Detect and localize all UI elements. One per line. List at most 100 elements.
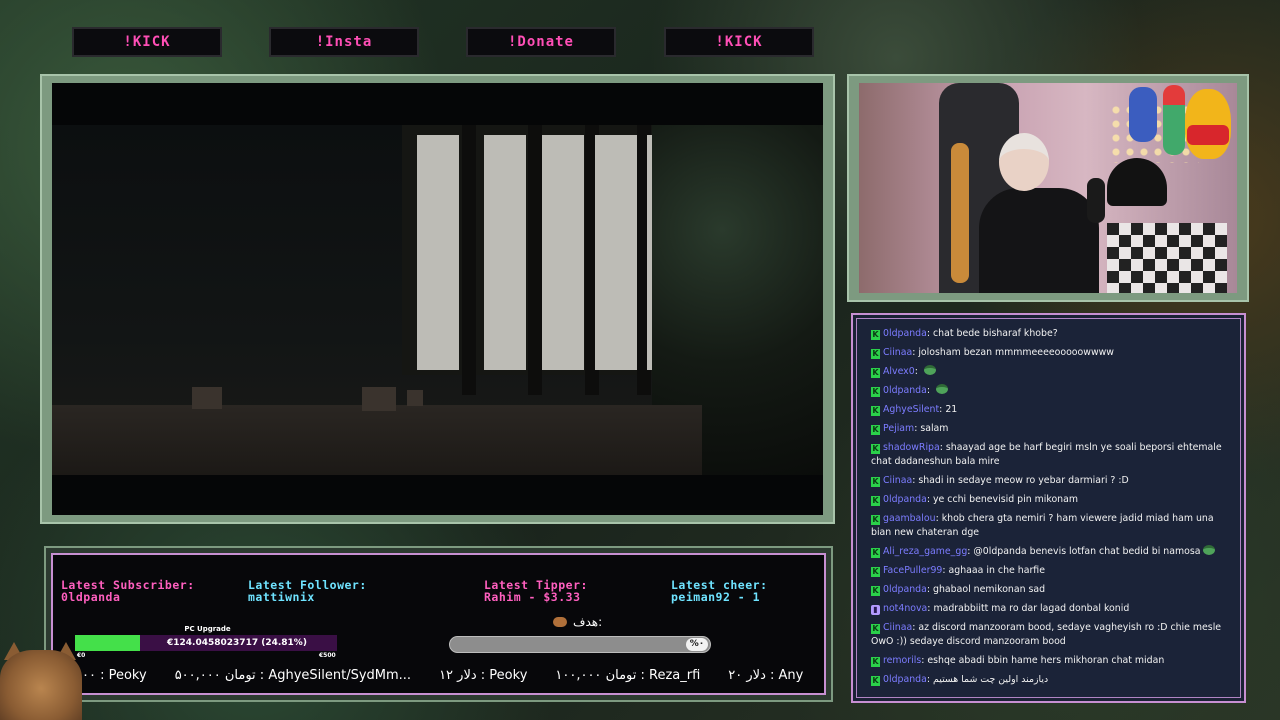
- coin-icon: [553, 617, 567, 627]
- goal-progress-fill: [75, 635, 140, 651]
- target-heading: هدف:: [553, 615, 602, 629]
- video-player[interactable]: [52, 83, 823, 515]
- chat-text: ghabaol nemikonan sad: [933, 584, 1046, 595]
- veranda-floor: [52, 405, 702, 475]
- command-button-kick[interactable]: !KICK: [72, 27, 222, 57]
- latest-cheer: Latest cheer: peiman92 - 1: [671, 579, 768, 603]
- chat-message: K Ali_reza_game_gg: @0ldpanda benevis lot…: [871, 545, 1228, 559]
- chat-text: دیازمند اولین چت شما هستیم: [933, 674, 1049, 685]
- command-button-kick-2[interactable]: !KICK: [664, 27, 814, 57]
- chat-username[interactable]: 0ldpanda: [883, 674, 927, 685]
- chat-message: K 0ldpanda:: [871, 384, 1228, 398]
- goal-max: €500: [319, 652, 336, 659]
- cat-mascot-icon: [0, 650, 82, 720]
- chat-text: az discord manzooram bood, sedaye vaghey…: [871, 622, 1222, 647]
- kick-badge-icon: K: [871, 425, 880, 435]
- ticker-item: ۵۰۰,۰۰۰ تومان : AghyeSilent/SydMm...: [174, 668, 412, 683]
- latest-subscriber-value: 0ldpanda: [61, 590, 121, 604]
- chat-username[interactable]: gaambalou: [883, 513, 936, 524]
- chat-text: salam: [920, 423, 949, 434]
- goal-min: €0: [77, 652, 86, 659]
- ticker-item: ۲۰ دلار : Any: [728, 668, 804, 683]
- alerts-panel: Latest Subscriber: 0ldpanda Latest Follo…: [51, 553, 826, 695]
- ticker-item: ۰۰۰ : Peoky: [75, 668, 147, 683]
- chat-username[interactable]: 0ldpanda: [883, 328, 927, 339]
- kick-badge-icon: K: [871, 368, 880, 378]
- chat-username[interactable]: 0ldpanda: [883, 494, 927, 505]
- target-percent: %۰: [686, 638, 708, 651]
- chat-text: @0ldpanda benevis lotfan chat bedid bi n…: [973, 546, 1201, 557]
- ticker-item: ۱۰۰,۰۰۰ تومان : Reza_rfi: [555, 668, 701, 683]
- chat-message: K FacePuller99: aghaaa in che harfie: [871, 564, 1228, 578]
- kick-badge-icon: K: [871, 657, 880, 667]
- target-label: هدف:: [573, 615, 603, 629]
- chat-panel: K 0ldpanda: chat bede bisharaf khobe? K Cii…: [851, 313, 1246, 703]
- chat-message: K Ciinaa: jolosham bezan mmmmeeeeooooowww…: [871, 346, 1228, 360]
- chat-username[interactable]: shadowRipa: [883, 442, 940, 453]
- microphone-icon: [1087, 178, 1105, 223]
- chat-text: jolosham bezan mmmmeeeeooooowwww: [918, 347, 1114, 358]
- chat-message: K 0ldpanda: chat bede bisharaf khobe?: [871, 327, 1228, 341]
- chat-username[interactable]: Alvex0: [883, 366, 915, 377]
- chat-username[interactable]: 0ldpanda: [883, 385, 927, 396]
- kick-badge-icon: K: [871, 586, 880, 596]
- chat-message: KshadowRipa: shaayad age be harf begiri …: [871, 441, 1228, 469]
- chat-username[interactable]: Ali_reza_game_gg: [883, 546, 967, 557]
- chat-username[interactable]: AghyeSilent: [883, 404, 939, 415]
- chat-message: K Ciinaa: az discord manzooram bood, seda…: [871, 621, 1228, 649]
- kick-badge-icon: K: [871, 406, 880, 416]
- chat-username[interactable]: not4nova: [883, 603, 927, 614]
- latest-subscriber: Latest Subscriber: 0ldpanda: [61, 579, 195, 603]
- kick-badge-icon: K: [871, 330, 880, 340]
- kick-badge-icon: K: [871, 676, 880, 686]
- latest-follower-value: mattiwnix: [248, 590, 315, 604]
- chat-message: K Ciinaa: shadi in sedaye meow ro yebar d…: [871, 474, 1228, 488]
- chat-text: madrabbiitt ma ro dar lagad donbal konid: [933, 603, 1130, 614]
- latest-cheer-value: peiman92 - 1: [671, 590, 761, 604]
- chat-message: ▮ not4nova: madrabbiitt ma ro dar lagad d…: [871, 602, 1228, 616]
- chat-message: Kgaambalou: khob chera gta nemiri ? ham …: [871, 512, 1228, 540]
- chat-text: chat bede bisharaf khobe?: [933, 328, 1058, 339]
- frog-emote-icon: [936, 384, 948, 394]
- alerts-frame: Latest Subscriber: 0ldpanda Latest Follo…: [44, 546, 833, 702]
- chat-message: K 0ldpanda: ghabaol nemikonan sad: [871, 583, 1228, 597]
- chat-text: ye cchi benevisid pin mikonam: [933, 494, 1078, 505]
- chat-username[interactable]: remorils: [883, 655, 921, 666]
- goal-title: PC Upgrade: [184, 625, 231, 633]
- frog-emote-icon: [1203, 545, 1216, 555]
- kick-badge-icon: K: [871, 349, 880, 359]
- latest-tipper-value: Rahim - $3.33: [484, 590, 581, 604]
- webcam-frame: [847, 74, 1249, 302]
- chat-text: 21: [945, 404, 958, 415]
- kick-badge-icon: K: [871, 548, 880, 558]
- goal-progress-bar: €124.0458023717 (24.81%): [75, 635, 337, 651]
- chat-text: eshqe abadi bbin hame hers mikhoran chat…: [927, 655, 1165, 666]
- chat-username[interactable]: Ciinaa: [883, 475, 912, 486]
- target-progress-bar: %۰: [449, 636, 711, 653]
- kick-badge-icon: K: [871, 444, 880, 454]
- kick-badge-icon: K: [871, 387, 880, 397]
- chat-message: K Pejiam: salam: [871, 422, 1228, 436]
- command-button-donate[interactable]: !Donate: [466, 27, 616, 57]
- chat-username[interactable]: Ciinaa: [883, 347, 912, 358]
- donation-ticker: ۰۰۰ : Peoky ۵۰۰,۰۰۰ تومان : AghyeSilent/S…: [75, 668, 820, 688]
- chat-list[interactable]: K 0ldpanda: chat bede bisharaf khobe? K Cii…: [856, 318, 1241, 698]
- kick-badge-icon: K: [871, 496, 880, 506]
- chat-username[interactable]: Ciinaa: [883, 622, 912, 633]
- chat-message: Kremorils: eshqe abadi bbin hame hers mi…: [871, 654, 1228, 668]
- ticker-item: ۱۲ دلار : Peoky: [439, 668, 528, 683]
- kick-badge-icon: K: [871, 515, 880, 525]
- chat-separator: :: [926, 385, 933, 396]
- kick-badge-icon: K: [871, 477, 880, 487]
- frog-emote-icon: [923, 365, 936, 375]
- chat-username[interactable]: Pejiam: [883, 423, 914, 434]
- goal-progress-text: €124.0458023717 (24.81%): [167, 638, 307, 648]
- chat-text: aghaaa in che harfie: [948, 565, 1045, 576]
- chat-username[interactable]: FacePuller99: [883, 565, 942, 576]
- chat-text: shadi in sedaye meow ro yebar darmiari ?…: [918, 475, 1129, 486]
- chat-username[interactable]: 0ldpanda: [883, 584, 927, 595]
- chat-message: K AghyeSilent: 21: [871, 403, 1228, 417]
- kick-badge-icon: K: [871, 624, 880, 634]
- command-button-insta[interactable]: !Insta: [269, 27, 419, 57]
- video-frame: [40, 74, 835, 524]
